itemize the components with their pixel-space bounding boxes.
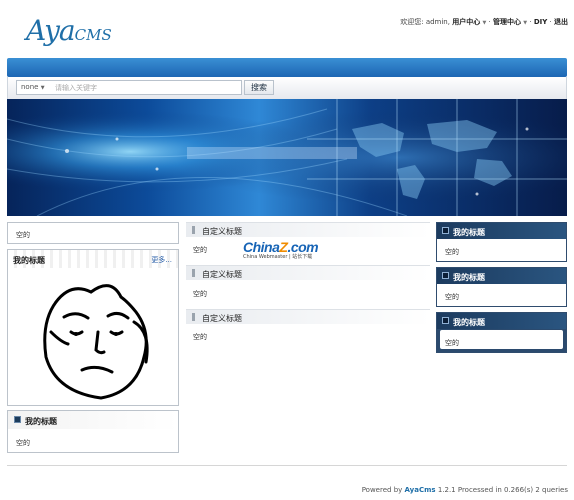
left-image-box: 我的标题 更多... — [7, 249, 179, 406]
block-text: 空的 — [193, 290, 207, 298]
username: admin, — [425, 18, 450, 26]
caret-down-icon[interactable]: ▼ — [482, 20, 486, 26]
main-nav-bar — [7, 58, 567, 77]
block-title: 自定义标题 — [202, 227, 242, 236]
footer-stats: 1.2.1 Processed in 0.266(s) 2 queries — [437, 486, 568, 494]
footer: Powered by AyaCms 1.2.1 Processed in 0.2… — [362, 486, 568, 494]
square-bullet-icon — [442, 317, 449, 324]
search-scope-select[interactable]: none ▼ — [21, 83, 45, 91]
header-bar-icon — [192, 226, 195, 234]
middle-block-header: 自定义标题 — [186, 265, 430, 280]
nav-separator: · — [488, 18, 491, 26]
footer-brand-link[interactable]: AyaCms — [405, 486, 436, 494]
block-text: 空的 — [193, 333, 207, 341]
right-title-box: 我的标题 空的 — [436, 267, 567, 307]
footer-divider — [7, 465, 567, 466]
footer-prefix: Powered by — [361, 486, 403, 494]
box-header: 我的标题 — [8, 411, 178, 429]
block-title: 自定义标题 — [202, 270, 242, 279]
right-title-box-active: 我的标题 空的 — [436, 312, 567, 353]
header-bar-icon — [192, 313, 195, 321]
welcome-label: 欢迎您: — [400, 18, 424, 26]
logout-link[interactable]: 退出 — [554, 18, 568, 26]
caret-down-icon: ▼ — [40, 85, 45, 91]
box-title: 我的标题 — [13, 256, 45, 265]
square-bullet-icon — [14, 416, 21, 423]
box-header: 我的标题 — [437, 313, 566, 329]
nav-separator: · — [529, 18, 532, 26]
middle-block-header: 自定义标题 — [186, 222, 430, 237]
middle-block-header: 自定义标题 — [186, 309, 430, 324]
logo-suffix: CMS — [74, 26, 112, 44]
left-title-box: 我的标题 空的 — [7, 410, 179, 453]
header-bar-icon — [192, 269, 195, 277]
search-bar: none ▼ 请输入关键字 搜索 — [7, 77, 567, 99]
search-input[interactable]: 请输入关键字 — [55, 83, 97, 93]
box-text: 空的 — [16, 439, 30, 447]
right-title-box: 我的标题 空的 — [436, 222, 567, 262]
square-bullet-icon — [442, 227, 449, 234]
square-bullet-icon — [442, 272, 449, 279]
box-header: 我的标题 — [437, 268, 566, 284]
box-title: 我的标题 — [453, 273, 485, 282]
box-text: 空的 — [16, 231, 30, 239]
caret-down-icon[interactable]: ▼ — [523, 20, 527, 26]
block-text: 空的 — [193, 246, 207, 254]
box-title: 我的标题 — [453, 228, 485, 237]
face-sketch-image — [43, 284, 149, 400]
box-title: 我的标题 — [453, 318, 485, 327]
box-header: 我的标题 — [437, 223, 566, 239]
banner-image — [7, 99, 567, 216]
manage-center-link[interactable]: 管理中心 — [493, 18, 521, 26]
box-header: 我的标题 更多... — [8, 250, 178, 268]
box-text: 空的 — [445, 248, 459, 256]
logo-main: Aya — [26, 14, 76, 47]
more-link[interactable]: 更多... — [151, 255, 172, 265]
diy-link[interactable]: DIY — [534, 18, 547, 26]
box-title: 我的标题 — [25, 417, 57, 426]
nav-separator: · — [549, 18, 552, 26]
search-button[interactable]: 搜索 — [244, 80, 274, 95]
box-text: 空的 — [445, 293, 459, 301]
left-empty-box: 空的 — [7, 222, 179, 244]
site-logo[interactable]: AyaCMS — [26, 14, 112, 47]
chinaz-watermark: ChinaZ.com China Webmaster | 站长下载 — [243, 239, 319, 260]
box-text: 空的 — [445, 339, 459, 347]
search-field: none ▼ 请输入关键字 — [16, 80, 242, 95]
block-title: 自定义标题 — [202, 314, 242, 323]
top-nav: 欢迎您: admin, 用户中心 ▼ · 管理中心 ▼ · DIY · 退出 — [400, 17, 568, 27]
user-center-link[interactable]: 用户中心 — [452, 18, 480, 26]
